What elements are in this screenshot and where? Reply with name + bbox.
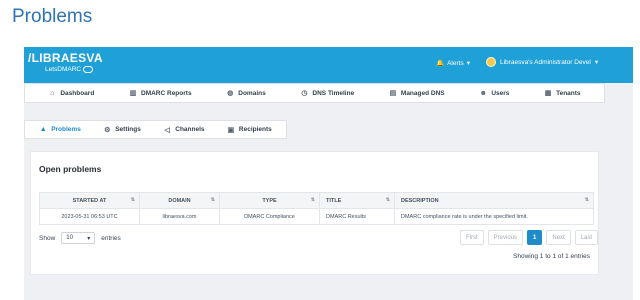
first-page-button[interactable]: First: [460, 230, 484, 245]
nav-item-managed-dns[interactable]: ▤ Managed DNS: [389, 89, 445, 98]
cloud-icon: [83, 66, 94, 73]
alerts-dropdown[interactable]: 🔔 Alerts ▾: [436, 59, 470, 68]
pagination: First Previous 1 Next Last: [460, 230, 599, 245]
tab-recipients[interactable]: ▣ Recipients: [227, 126, 272, 134]
nav-item-dashboard[interactable]: ⌂ Dashboard: [48, 90, 94, 97]
warning-icon: ▲: [39, 126, 47, 133]
show-label: Show: [39, 234, 56, 242]
address-card-icon: ▣: [227, 126, 235, 134]
sort-icon: ⇅: [210, 197, 215, 203]
column-header-domain[interactable]: DOMAIN ⇅: [139, 192, 220, 209]
nav-item-dmarc-reports[interactable]: ▥ DMARC Reports: [129, 89, 192, 98]
user-name: Libraesva's Administrator Devel: [500, 58, 591, 66]
tab-channels[interactable]: ◁ Channels: [163, 126, 205, 134]
sort-icon: ⇅: [385, 197, 390, 203]
cell-title: DMARC Results: [319, 208, 395, 225]
column-header-title[interactable]: TITLE ⇅: [319, 192, 395, 209]
clock-icon: ◷: [301, 90, 308, 97]
cell-description: DMARC compliance rate is under the speci…: [394, 208, 594, 225]
sort-icon: ⇅: [584, 197, 589, 203]
problems-table: STARTED AT ⇅ DOMAIN ⇅ TYPE ⇅ TITLE ⇅ DESCRIP…: [39, 192, 594, 225]
chevron-down-icon: ▾: [87, 235, 91, 242]
nav-item-tenants[interactable]: ▦ Tenants: [544, 89, 581, 98]
cell-started-at: 2023-05-31 06:53 UTC: [39, 208, 140, 225]
main-nav: ⌂ Dashboard ▥ DMARC Reports ◍ Domains ◷ DNS …: [24, 83, 605, 103]
nav-item-domains[interactable]: ◍ Domains: [226, 89, 266, 98]
app-window: /LIBRAESVA LetsDMARC 🔔 Alerts ▾ Libraesv…: [24, 47, 633, 300]
tab-settings[interactable]: ⚙ Settings: [103, 126, 141, 134]
entries-select[interactable]: 10 ▾: [61, 232, 96, 244]
logo-subtext: LetsDMARC: [45, 66, 82, 73]
alerts-label: Alerts: [447, 59, 464, 67]
open-problems-card: Open problems STARTED AT ⇅ DOMAIN ⇅ TYPE ⇅ …: [30, 151, 599, 275]
table-row[interactable]: 2023-05-31 06:53 UTC libraesva.com DMARC…: [39, 208, 594, 225]
page-length-control: Show 10 ▾ entries: [39, 232, 121, 244]
logo-text: /LIBRAESVA: [28, 51, 103, 65]
table-info: Showing 1 to 1 of 1 entries: [513, 253, 590, 260]
page-title: Problems: [12, 6, 93, 27]
sub-tabs: ▲ Problems ⚙ Settings ◁ Channels ▣ Recipient…: [24, 120, 287, 139]
user-menu[interactable]: Libraesva's Administrator Devel ▾: [486, 57, 598, 67]
megaphone-icon: ◁: [164, 126, 170, 134]
database-icon: ▤: [389, 90, 397, 97]
entries-label: entries: [101, 234, 121, 242]
previous-page-button[interactable]: Previous: [487, 230, 524, 245]
column-header-type[interactable]: TYPE ⇅: [219, 192, 320, 209]
sort-icon: ⇅: [130, 197, 135, 203]
app-logo[interactable]: /LIBRAESVA LetsDMARC: [28, 51, 103, 73]
last-page-button[interactable]: Last: [574, 230, 599, 245]
gear-icon: ⚙: [104, 126, 111, 134]
column-header-description[interactable]: DESCRIPTION ⇅: [394, 192, 594, 209]
tab-problems[interactable]: ▲ Problems: [39, 126, 81, 133]
cell-type: DMARC Compliance: [219, 208, 320, 225]
cell-domain: libraesva.com: [139, 208, 220, 225]
home-icon: ⌂: [50, 89, 55, 97]
nav-item-dns-timeline[interactable]: ◷ DNS Timeline: [300, 89, 354, 98]
chevron-down-icon: ▾: [594, 59, 599, 66]
bar-chart-icon: ▥: [129, 90, 137, 97]
globe-icon: ◍: [227, 90, 234, 97]
card-title: Open problems: [39, 164, 102, 174]
building-icon: ▦: [544, 90, 552, 97]
page-1-button[interactable]: 1: [527, 230, 543, 245]
chevron-down-icon: ▾: [466, 60, 470, 67]
next-page-button[interactable]: Next: [546, 230, 571, 245]
top-bar: /LIBRAESVA LetsDMARC 🔔 Alerts ▾ Libraesv…: [24, 47, 633, 83]
users-icon: ☻: [479, 89, 487, 97]
sort-icon: ⇅: [310, 197, 315, 203]
column-header-started-at[interactable]: STARTED AT ⇅: [39, 192, 140, 209]
avatar: [486, 57, 496, 67]
nav-item-users[interactable]: ☻ Users: [479, 89, 510, 97]
bell-icon: 🔔: [436, 60, 445, 67]
